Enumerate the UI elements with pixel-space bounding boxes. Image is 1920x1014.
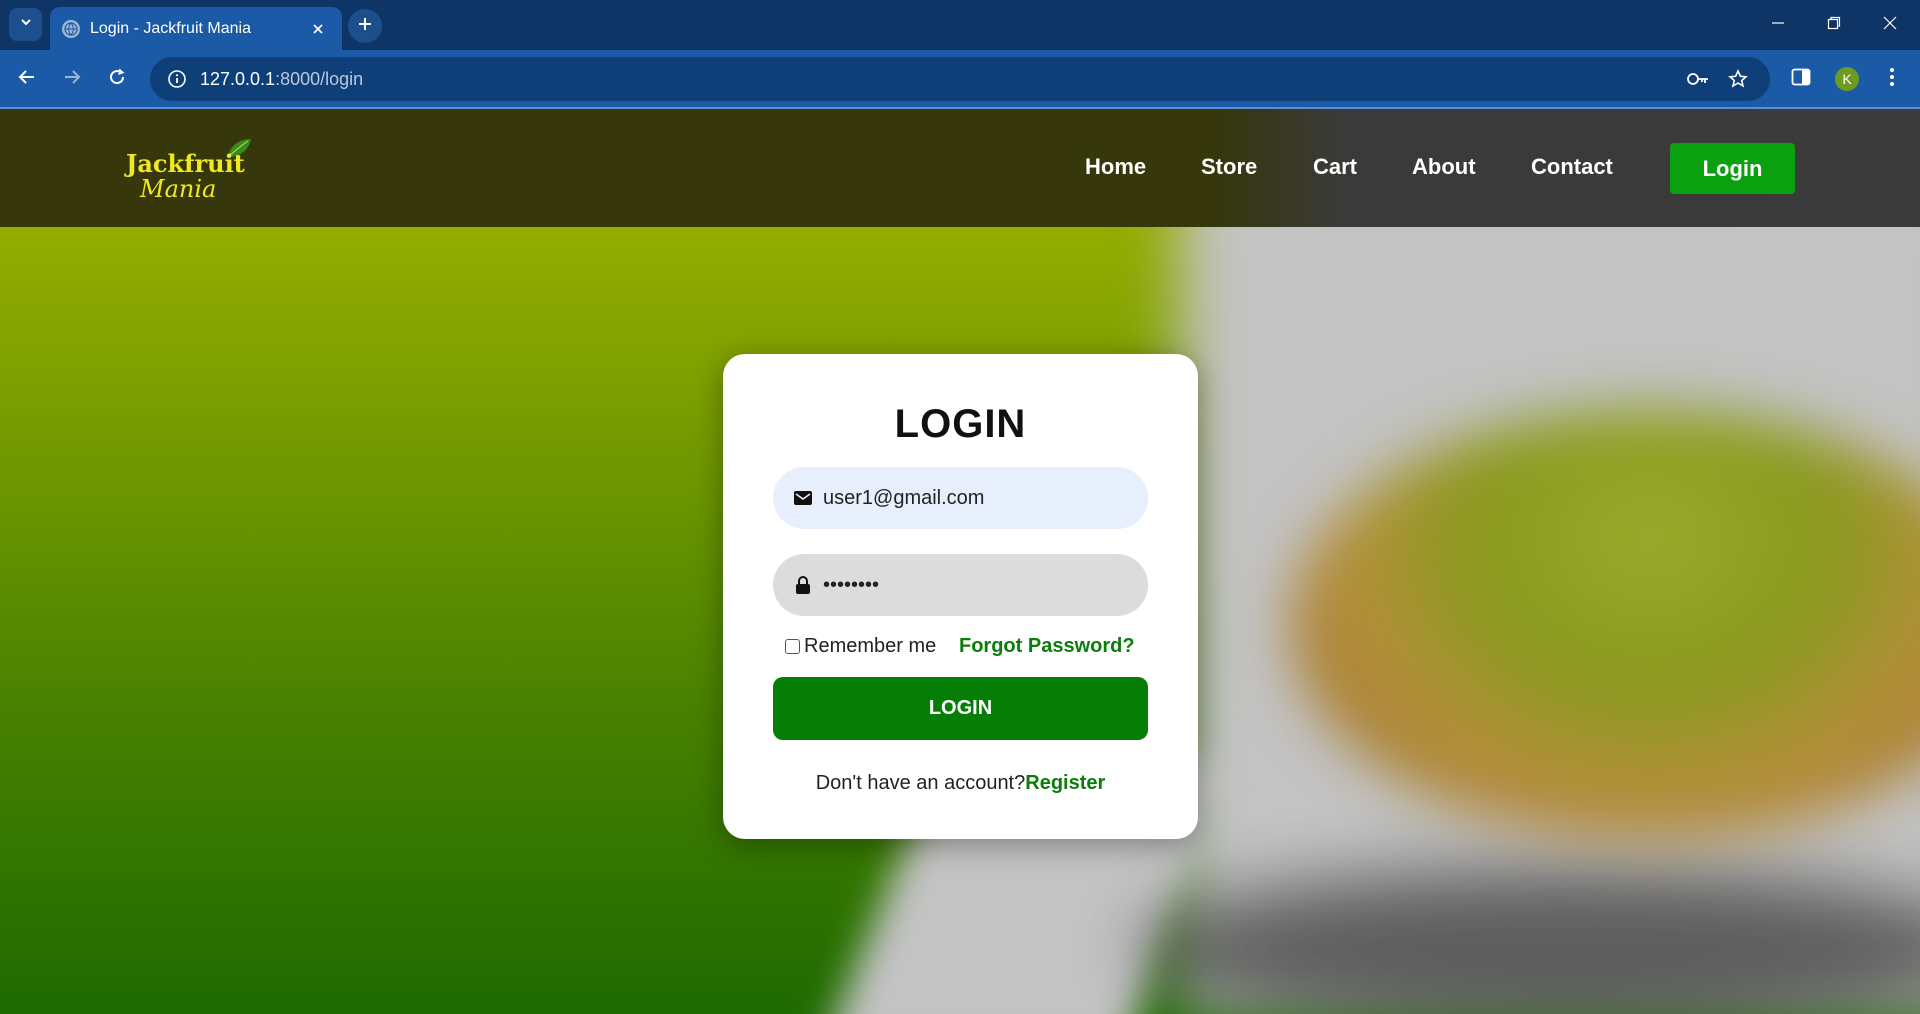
password-field[interactable]: ••••••••: [773, 554, 1148, 616]
url-text: 127.0.0.1:8000/login: [200, 69, 363, 90]
envelope-icon: [793, 488, 813, 508]
login-submit-button[interactable]: LOGIN: [773, 677, 1148, 740]
email-field[interactable]: user1@gmail.com: [773, 467, 1148, 529]
restore-icon: [1827, 16, 1841, 35]
page-viewport: Jackfruit Mania Home Store Cart About Co…: [0, 109, 1920, 1014]
login-title: LOGIN: [894, 402, 1027, 446]
logo-text-line2: Mania: [140, 175, 217, 203]
address-bar[interactable]: 127.0.0.1:8000/login: [150, 57, 1770, 101]
restore-window-button[interactable]: [1806, 0, 1862, 50]
no-account-text: Don't have an account?: [815, 772, 1026, 794]
remember-me-row[interactable]: Remember me: [785, 635, 936, 658]
avatar: K: [1835, 67, 1859, 91]
site-logo[interactable]: Jackfruit Mania: [126, 137, 256, 203]
back-button[interactable]: [9, 61, 45, 97]
nav-link-store[interactable]: Store: [1201, 154, 1257, 180]
browser-tabstrip: Login - Jackfruit Mania: [0, 0, 1920, 50]
register-link[interactable]: Register: [1025, 772, 1105, 794]
browser-tab-active[interactable]: Login - Jackfruit Mania: [50, 7, 342, 50]
tab-title: Login - Jackfruit Mania: [90, 19, 251, 37]
bookmark-star-icon[interactable]: [1722, 63, 1754, 95]
email-input-value: user1@gmail.com: [823, 486, 985, 509]
password-input-value: ••••••••: [823, 573, 880, 596]
lock-icon: [793, 575, 813, 595]
arrow-left-icon: [18, 68, 36, 91]
browser-toolbar: 127.0.0.1:8000/login K: [0, 50, 1920, 108]
forgot-password-link[interactable]: Forgot Password?: [959, 635, 1135, 658]
reload-button[interactable]: [99, 61, 135, 97]
side-panel-icon: [1791, 68, 1811, 91]
plus-icon: [358, 17, 372, 36]
more-vertical-icon: [1889, 67, 1895, 92]
new-tab-button[interactable]: [348, 9, 382, 43]
side-panel-button[interactable]: [1785, 63, 1817, 95]
site-header: Jackfruit Mania Home Store Cart About Co…: [0, 109, 1920, 227]
reload-icon: [108, 68, 126, 91]
nav-link-contact[interactable]: Contact: [1531, 154, 1613, 180]
url-host: 127.0.0.1: [200, 68, 276, 89]
nav-link-about[interactable]: About: [1412, 154, 1476, 180]
minimize-icon: [1771, 16, 1785, 35]
close-icon: [1883, 16, 1897, 35]
url-path: :8000/login: [275, 68, 364, 89]
minimize-window-button[interactable]: [1750, 0, 1806, 50]
browser-menu-button[interactable]: [1876, 63, 1908, 95]
globe-icon: [62, 19, 80, 38]
site-info-icon[interactable]: [162, 64, 192, 94]
close-tab-icon[interactable]: [306, 17, 330, 41]
arrow-right-icon: [63, 68, 81, 91]
nav-login-button[interactable]: Login: [1670, 143, 1795, 194]
register-prompt: Don't have an account?Register: [723, 772, 1198, 795]
login-card: LOGIN user1@gmail.com •••••••• Remember …: [723, 354, 1198, 839]
logo-text-line1: Jackfruit: [126, 149, 245, 178]
nav-link-cart[interactable]: Cart: [1313, 154, 1357, 180]
password-key-icon[interactable]: [1682, 63, 1714, 95]
close-window-button[interactable]: [1862, 0, 1918, 50]
remember-me-label: Remember me: [804, 635, 937, 657]
nav-link-home[interactable]: Home: [1085, 154, 1146, 180]
profile-button[interactable]: K: [1831, 63, 1863, 95]
remember-me-checkbox[interactable]: [785, 639, 800, 654]
tab-search-button[interactable]: [9, 8, 42, 41]
chevron-down-icon: [19, 15, 33, 34]
forward-button[interactable]: [54, 61, 90, 97]
